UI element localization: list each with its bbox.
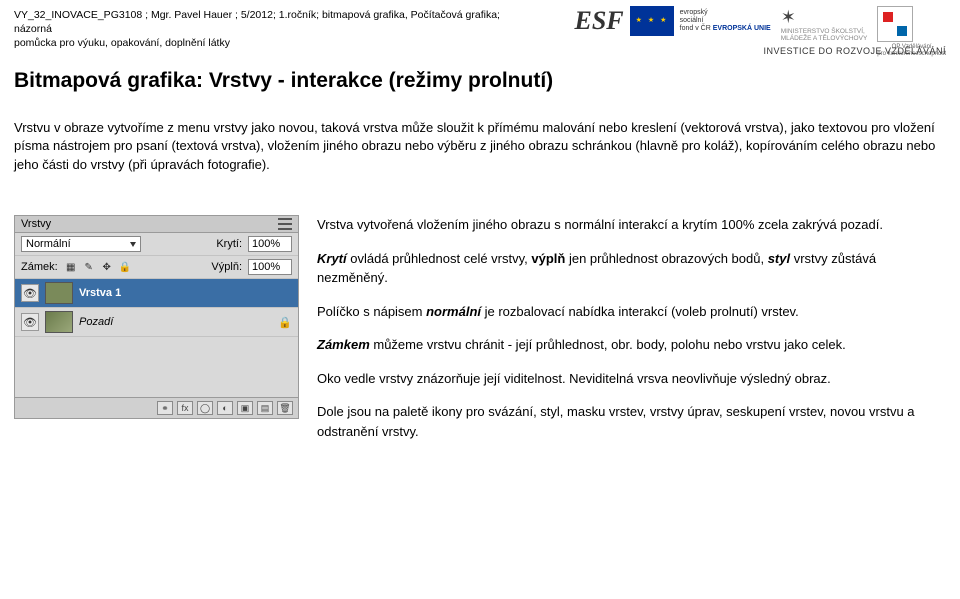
lock-icon: 🔒 [278, 316, 292, 329]
meta-line-2: pomůcka pro výuku, opakování, doplnění l… [14, 36, 524, 50]
note-4-zamkem: Zámkem [317, 337, 370, 352]
note-2: Krytí ovládá průhlednost celé vrstvy, vý… [317, 249, 946, 288]
note-3-t2: je rozbalovací nabídka interakcí (voleb … [481, 304, 799, 319]
blend-mode-value: Normální [26, 238, 71, 250]
note-2-styl: styl [768, 251, 790, 266]
note-2-t2: jen průhlednost obrazových bodů, [565, 251, 767, 266]
lock-icons: ▦ ✎ ✥ 🔒 [64, 260, 132, 274]
link-layers-icon[interactable]: ⚭ [157, 401, 173, 415]
note-1: Vrstva vytvořená vložením jiného obrazu … [317, 215, 946, 235]
layer-row-background[interactable]: 👁 Pozadí 🔒 [15, 308, 298, 337]
delete-layer-icon[interactable]: 🗑 [277, 401, 293, 415]
layer-name: Pozadí [79, 316, 113, 328]
blend-mode-select[interactable]: Normální [21, 236, 141, 252]
invest-tagline: INVESTICE DO ROZVOJE VZDĚLÁVÁNÍ [763, 46, 946, 56]
panel-tab-label[interactable]: Vrstvy [21, 218, 51, 230]
opacity-value: 100% [252, 238, 280, 250]
esf-text-1: evropský [680, 9, 708, 16]
esf-text: evropský sociální fond v ČR EVROPSKÁ UNI… [680, 9, 771, 32]
adjustment-layer-icon[interactable]: ◐ [217, 401, 233, 415]
esf-text-2: sociální [680, 17, 704, 24]
panel-menu-icon[interactable] [278, 218, 292, 230]
visibility-eye-icon[interactable]: 👁 [21, 284, 39, 302]
panel-tab-bar: Vrstvy [15, 216, 298, 233]
note-6: Dole jsou na paletě ikony pro svázání, s… [317, 402, 946, 441]
lock-label: Zámek: [21, 261, 58, 273]
fill-label: Výplň: [211, 261, 242, 273]
new-layer-icon[interactable]: ▤ [257, 401, 273, 415]
opacity-label: Krytí: [216, 238, 242, 250]
op-logo-icon [877, 6, 913, 42]
panel-footer: ⚭ fx ◯ ◐ ▣ ▤ 🗑 [15, 397, 298, 418]
esf-text-4: EVROPSKÁ UNIE [713, 25, 771, 32]
ministry-line-2: MLÁDEŽE A TĚLOVÝCHOVY [781, 35, 868, 42]
layers-empty-area [15, 337, 298, 397]
note-2-vypln: výplň [531, 251, 565, 266]
layers-panel: Vrstvy Normální Krytí: 100% Zámek: ▦ ✎ ✥… [14, 215, 299, 419]
ministry-line-1: MINISTERSTVO ŠKOLSTVÍ, [781, 28, 865, 35]
fill-value: 100% [252, 261, 280, 273]
esf-text-3: fond v ČR [680, 25, 711, 32]
note-2-t1: ovládá průhlednost celé vrstvy, [347, 251, 532, 266]
layer-mask-icon[interactable]: ◯ [197, 401, 213, 415]
layers-list: 👁 Vrstva 1 👁 Pozadí 🔒 [15, 279, 298, 397]
note-4: Zámkem můžeme vrstvu chránit - její průh… [317, 335, 946, 355]
ministry-logo: ✶ MINISTERSTVO ŠKOLSTVÍ, MLÁDEŽE A TĚLOV… [781, 6, 868, 42]
fill-field[interactable]: 100% [248, 259, 292, 275]
note-2-krytí: Krytí [317, 251, 347, 266]
lock-pixels-icon[interactable]: ✎ [82, 260, 96, 274]
notes-column: Vrstva vytvořená vložením jiného obrazu … [317, 215, 946, 455]
group-layers-icon[interactable]: ▣ [237, 401, 253, 415]
note-3: Políčko s nápisem normální je rozbalovac… [317, 302, 946, 322]
layer-thumbnail [45, 311, 73, 333]
opacity-field[interactable]: 100% [248, 236, 292, 252]
lock-transparency-icon[interactable]: ▦ [64, 260, 78, 274]
blend-opacity-row: Normální Krytí: 100% [15, 233, 298, 256]
page-title: Bitmapová grafika: Vrstvy - interakce (r… [14, 69, 946, 93]
document-meta: VY_32_INOVACE_PG3108 ; Mgr. Pavel Hauer … [14, 8, 524, 51]
layer-style-icon[interactable]: fx [177, 401, 193, 415]
visibility-eye-icon[interactable]: 👁 [21, 313, 39, 331]
layer-name: Vrstva 1 [79, 287, 121, 299]
note-5: Oko vedle vrstvy znázorňuje její viditel… [317, 369, 946, 389]
note-3-normalni: normální [426, 304, 481, 319]
layer-thumbnail [45, 282, 73, 304]
eu-flag-icon [630, 6, 674, 36]
lower-section: Vrstvy Normální Krytí: 100% Zámek: ▦ ✎ ✥… [14, 215, 946, 455]
note-3-t1: Políčko s nápisem [317, 304, 426, 319]
esf-logo: ESF evropský sociální fond v ČR EVROPSKÁ… [575, 6, 771, 36]
intro-paragraph: Vrstvu v obraze vytvoříme z menu vrstvy … [14, 119, 944, 176]
layer-row-1[interactable]: 👁 Vrstva 1 [15, 279, 298, 308]
lock-all-icon[interactable]: 🔒 [118, 260, 132, 274]
note-4-t1: můžeme vrstvu chránit - její průhlednost… [370, 337, 846, 352]
lock-position-icon[interactable]: ✥ [100, 260, 114, 274]
meta-line-1: VY_32_INOVACE_PG3108 ; Mgr. Pavel Hauer … [14, 8, 524, 36]
lock-fill-row: Zámek: ▦ ✎ ✥ 🔒 Výplň: 100% [15, 256, 298, 279]
esf-mark: ESF [575, 6, 624, 36]
